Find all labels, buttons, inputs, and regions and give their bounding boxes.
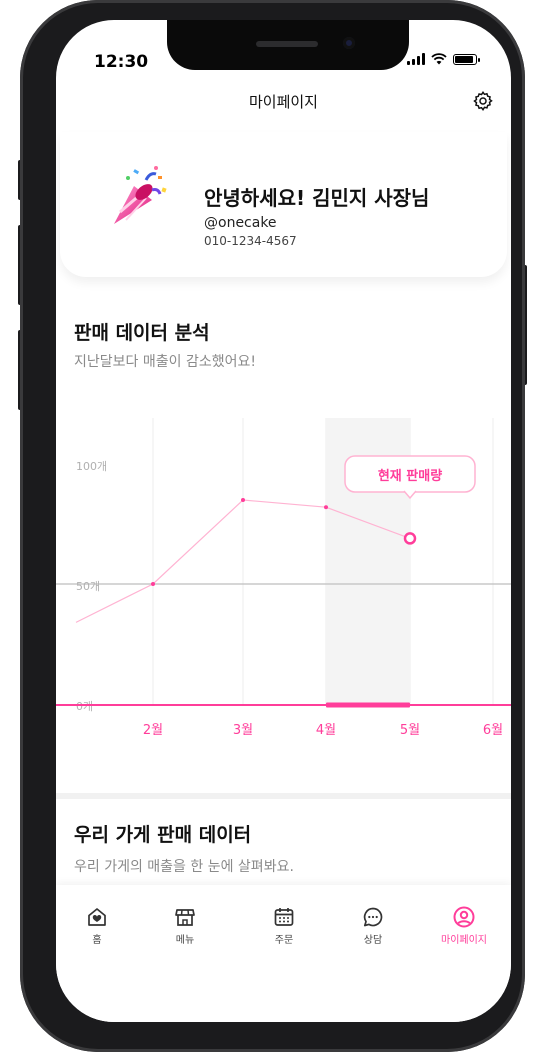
sales-analysis-subtitle: 지난달보다 매출이 감소했어요! <box>74 354 256 370</box>
store-sales-subtitle: 우리 가게의 매출을 한 눈에 살펴봐요. <box>74 859 294 875</box>
tab-label-consult: 상담 <box>363 935 383 946</box>
user-icon <box>453 906 475 928</box>
chart-y-tick-label: 50개 <box>76 580 100 593</box>
sales-line-chart: 100개 50개 0개 현재 판매량 2월 3월 4월 5월 6월 <box>56 418 511 738</box>
chart-x-tick-label: 5월 <box>400 723 420 738</box>
tab-label-menu: 메뉴 <box>175 935 195 946</box>
calendar-icon <box>274 908 294 926</box>
chart-current-point <box>403 532 417 545</box>
page-title: 마이페이지 <box>248 93 318 111</box>
tab-label-orders: 주문 <box>274 935 294 946</box>
store-handle: @onecake <box>204 215 277 231</box>
bottom-tab-bar: 홈 메뉴 주문 상담 마이페이지 <box>56 885 511 1022</box>
tab-home[interactable]: 홈 <box>62 905 132 946</box>
signal-icon <box>407 53 425 65</box>
front-camera <box>343 37 355 49</box>
status-time: 12:30 <box>94 52 149 72</box>
chart-x-tick-label: 3월 <box>233 723 253 738</box>
owner-greeting: 안녕하세요! 김민지 사장님 <box>204 186 430 210</box>
settings-gear-icon[interactable] <box>472 90 494 112</box>
phone-frame: 12:30 마이페이지 안녕하세요! 김민지 사장님 @onecake 010-… <box>18 0 527 1052</box>
chart-y-tick-label: 0개 <box>76 700 93 713</box>
tab-mypage[interactable]: 마이페이지 <box>429 905 499 946</box>
chart-x-tick-label: 6월 <box>483 723 503 738</box>
speaker-grille <box>256 41 318 47</box>
phone-number: 010-1234-4567 <box>204 234 297 248</box>
section-divider <box>56 793 511 799</box>
chart-y-tick-label: 100개 <box>76 460 107 473</box>
chart-point <box>151 582 155 586</box>
app-screen: 12:30 마이페이지 안녕하세요! 김민지 사장님 @onecake 010-… <box>56 20 511 1022</box>
chart-x-tick-label: 2월 <box>143 723 163 738</box>
profile-card: 안녕하세요! 김민지 사장님 @onecake 010-1234-4567 <box>60 132 507 277</box>
store-icon <box>175 909 195 926</box>
status-icons <box>407 53 480 65</box>
store-sales-title: 우리 가게 판매 데이터 <box>74 824 252 846</box>
tab-label-home: 홈 <box>92 935 102 946</box>
wifi-icon <box>431 53 447 65</box>
sales-analysis-title: 판매 데이터 분석 <box>74 322 210 344</box>
chart-x-tick-label: 4월 <box>316 723 336 738</box>
chart-point <box>241 498 245 502</box>
chart-active-segment <box>326 702 410 708</box>
party-popper-icon <box>114 166 167 224</box>
chat-icon <box>363 907 383 927</box>
home-icon <box>88 908 106 926</box>
notch <box>167 20 409 70</box>
tab-orders[interactable]: 주문 <box>249 905 319 946</box>
chart-callout-label: 현재 판매량 <box>378 468 442 484</box>
tab-menu[interactable]: 메뉴 <box>150 905 220 946</box>
tab-label-mypage: 마이페이지 <box>441 935 487 946</box>
battery-icon <box>453 53 480 65</box>
tab-consult[interactable]: 상담 <box>338 905 408 946</box>
chart-point <box>324 505 328 510</box>
